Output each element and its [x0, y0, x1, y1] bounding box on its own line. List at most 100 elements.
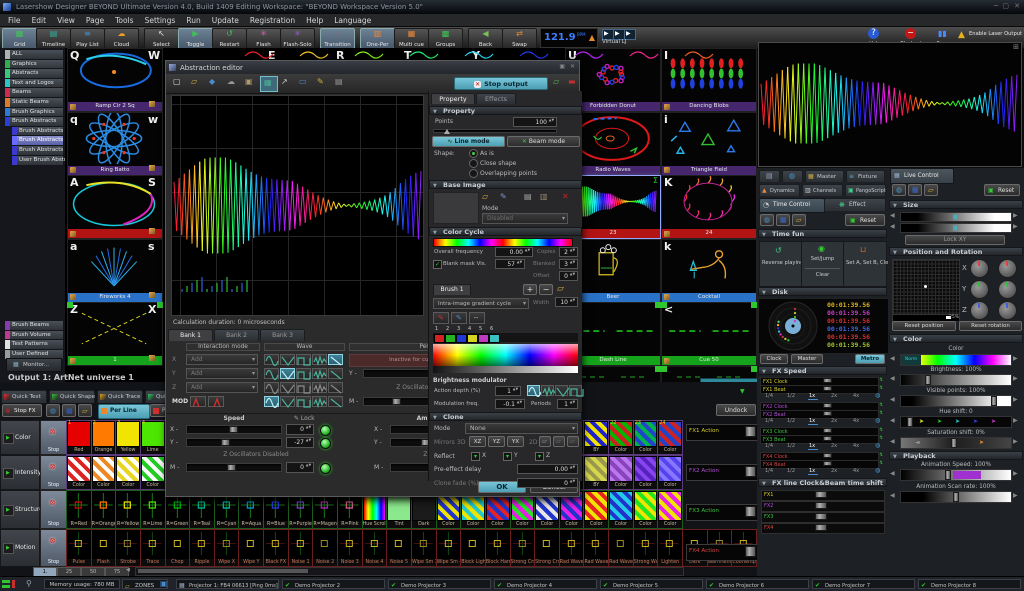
swatch-color[interactable]	[478, 334, 489, 343]
osc-mod-wave-noise[interactable]	[312, 396, 327, 407]
live-view-button-2[interactable]: ▱	[924, 184, 938, 196]
fx-cell-red[interactable]: Red1	[66, 420, 92, 455]
fx-cell-r-red[interactable]: R=Red	[66, 490, 92, 529]
toolbar-button-transition[interactable]: ∴Transition	[320, 28, 355, 49]
dialog-tool-4-icon[interactable]: ▣	[242, 76, 258, 90]
swatch-color[interactable]	[456, 334, 467, 343]
fx-speed-scale-4x[interactable]: 4x	[853, 468, 859, 474]
speed-x-handle[interactable]	[229, 426, 238, 433]
fx-cell-color[interactable]: Color	[115, 455, 141, 490]
property-section-header[interactable]: Property	[429, 106, 582, 115]
clone-header[interactable]: Clone	[429, 412, 582, 421]
color-left-arrow[interactable]: ◀	[890, 355, 895, 362]
fx-cell-wipe-y[interactable]: Wipe Y	[238, 529, 264, 567]
display-icon[interactable]: ▣	[160, 579, 168, 588]
fx-speed-scale-2x[interactable]: 2x	[831, 418, 837, 424]
fx-speed-scale-2x[interactable]: 2x	[831, 468, 837, 474]
timectl-view-button-2[interactable]: ▱	[792, 214, 806, 226]
hue-shift-right-arrow[interactable]: ▶	[1013, 417, 1018, 424]
osc-z-wave-sine[interactable]	[264, 382, 279, 393]
base-image-mode-dropdown[interactable]: Disabled	[482, 213, 568, 224]
fx-cell-r-yellow[interactable]: R=Yellow	[115, 490, 141, 529]
live-reset-button[interactable]: ▣Reset	[984, 184, 1020, 196]
projector-status-4[interactable]: ✔Demo Projector 4	[494, 579, 597, 589]
gradient-cycle-dropdown[interactable]: Intra-image gradient cycle	[433, 298, 529, 309]
fx-cell-orange[interactable]: Orange2	[91, 420, 117, 455]
fx-cell-color[interactable]: Color	[633, 490, 659, 529]
master-button[interactable]: Master	[791, 354, 823, 364]
bank-tab-1[interactable]: Bank 1	[168, 329, 213, 341]
fx-action-handle[interactable]	[745, 506, 756, 517]
osc-mod-wave-vee[interactable]	[280, 396, 295, 407]
set-jump-clear-button[interactable]: ◉Set/JumpClear	[801, 241, 844, 287]
tab-page-icon[interactable]: ▤	[759, 170, 780, 182]
fx-cell-color[interactable]: Color	[657, 490, 683, 529]
radio-close-shape[interactable]	[469, 159, 478, 168]
fx-speed-scale-1-2[interactable]: 1/2	[787, 418, 795, 424]
dialog-pin-icon[interactable]: ▣	[559, 63, 565, 70]
speed-x-led[interactable]	[320, 425, 331, 436]
fx-action-slider-1[interactable]: FX1 Action	[686, 424, 760, 441]
playback-header[interactable]: Playback	[889, 451, 1023, 460]
scan-rate-slider[interactable]	[900, 491, 1012, 503]
fx-cell-yellow[interactable]: Yellow3	[115, 420, 141, 455]
knob-z-rotation[interactable]	[998, 301, 1017, 320]
fx-cell-color[interactable]: Color	[608, 490, 634, 529]
fx-view-icon-button[interactable]: ▦	[62, 404, 76, 417]
undock-button[interactable]: Undock	[716, 404, 756, 416]
fx-cell-wipe-sm-4[interactable]: Wipe Sm 4	[436, 529, 462, 567]
animation-speed-slider[interactable]	[900, 469, 1012, 481]
fx-cell-flash[interactable]: Flash	[91, 529, 117, 567]
fx-time-shift-row-fx2[interactable]: FX2	[761, 501, 885, 512]
fx-cell-trace[interactable]: Trace	[140, 529, 166, 567]
fx-stop-cell-structure[interactable]: ⊗Stop	[40, 490, 67, 529]
fx-cell-strobe[interactable]: Strobe	[115, 529, 141, 567]
time-shift-handle[interactable]	[815, 491, 827, 498]
position-rotation-header[interactable]: Position and Rotation	[889, 247, 1023, 256]
dialog-tool-7-icon[interactable]: ▭	[296, 76, 312, 90]
fx-cell-strong-crs-1[interactable]: Strong Crs 1	[510, 529, 536, 567]
speed-m-led[interactable]	[320, 463, 331, 474]
fx-row-play-button[interactable]: ▶	[3, 433, 14, 444]
osc-interaction-x[interactable]: Add	[186, 354, 258, 365]
tab-live-control[interactable]: ▦Live Control	[890, 168, 954, 184]
mirror-xz-button[interactable]: XZ	[469, 436, 486, 447]
copies-spinner[interactable]: 2	[559, 247, 578, 257]
clone-fade-spinner[interactable]: 0	[517, 478, 578, 488]
radio-overlapping[interactable]	[469, 169, 478, 178]
base-image-header[interactable]: Base Image	[429, 180, 582, 189]
osc-z-wave-noise[interactable]	[312, 382, 327, 393]
size-slider-right-arrow[interactable]: ▶	[1013, 212, 1018, 219]
dialog-tool-3-icon[interactable]: ☁	[224, 76, 240, 90]
fx-cell-color[interactable]: Color22	[608, 420, 634, 455]
fx-stop-cell-color[interactable]: ⊗Stop	[40, 420, 67, 455]
tab-pangoscript[interactable]: ▣PangoScript	[845, 184, 886, 196]
osc-interaction-y[interactable]: Add	[186, 368, 258, 379]
color-header[interactable]: Color	[889, 334, 1023, 343]
periods-spinner[interactable]: 1	[557, 399, 578, 409]
fx-speed-row-fx2-beat[interactable]: FX2 Beat	[760, 410, 879, 419]
tab-channels[interactable]: ▥Channels	[802, 184, 843, 196]
animation-speed-handle[interactable]	[945, 470, 951, 480]
osc-y-wave-saw[interactable]	[328, 368, 343, 379]
fx-cell-block-light[interactable]: Block Light	[460, 529, 486, 567]
fx-cell-strong-waves[interactable]: Strong Waves	[633, 529, 659, 567]
line-mode-button[interactable]: ∿ Line mode	[432, 136, 505, 147]
dialog-tool-right-icon[interactable]: ▬	[568, 77, 576, 86]
fx-cell-color[interactable]: Color	[657, 455, 683, 490]
reset-position-button[interactable]: Reset position	[892, 321, 956, 331]
fx-cell-color[interactable]: Color24	[657, 420, 683, 455]
dialog-tool-5-icon[interactable]: ▦	[260, 76, 278, 92]
fx-cell-lime[interactable]: Lime4	[140, 420, 166, 455]
speed-y-slider[interactable]	[186, 438, 282, 447]
osc-x-wave-sine[interactable]	[264, 354, 279, 365]
fx-speed-globe-icon[interactable]: ◍	[875, 392, 880, 399]
fx-cell-ripple[interactable]: Ripple	[189, 529, 215, 567]
brush-folder-icon[interactable]: ▱	[557, 284, 564, 294]
stop-output-button[interactable]: ✕Stop output	[454, 77, 548, 90]
hue-shift-handle[interactable]	[907, 417, 913, 427]
toolbar-button-restart[interactable]: ↺Restart	[212, 28, 247, 49]
radio-as-is[interactable]	[469, 149, 478, 158]
mod-shape-button-0[interactable]	[190, 396, 206, 407]
tab-dynamics[interactable]: ▲Dynamics	[759, 184, 800, 196]
